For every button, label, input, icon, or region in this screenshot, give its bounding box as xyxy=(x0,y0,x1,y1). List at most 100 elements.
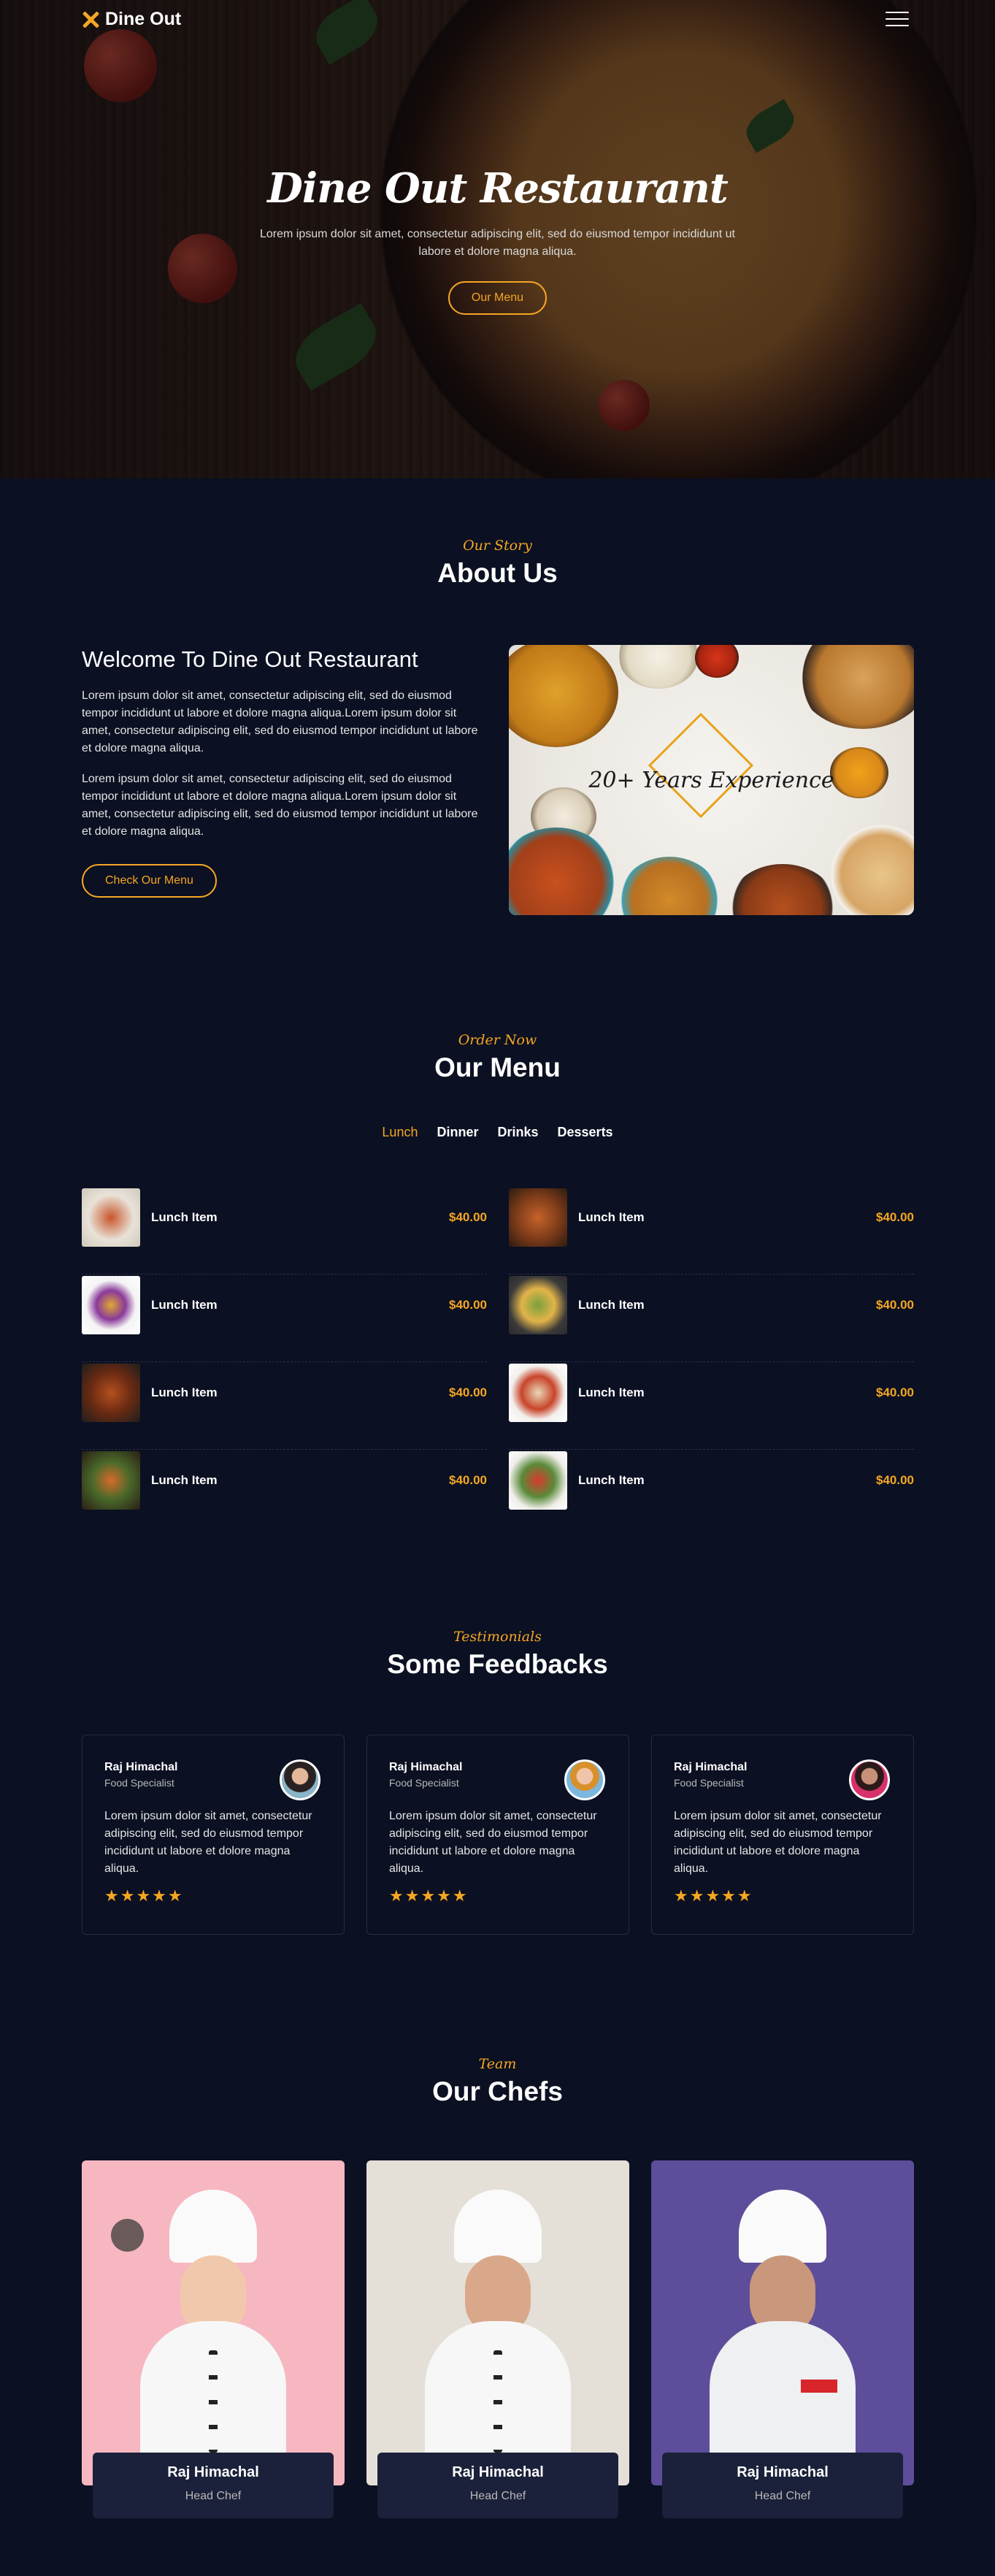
menu-item-image xyxy=(82,1188,140,1247)
experience-badge-text: 20+ Years Experience xyxy=(588,768,834,793)
check-our-menu-button[interactable]: Check Our Menu xyxy=(82,864,217,898)
chef-role: Head Chef xyxy=(754,2490,811,2502)
menu-item-image xyxy=(82,1276,140,1334)
avatar xyxy=(280,1759,320,1800)
menu-item-price: $40.00 xyxy=(449,1210,487,1224)
chef-info: Raj Himachal Head Chef xyxy=(662,2453,903,2518)
chef-info: Raj Himachal Head Chef xyxy=(377,2453,618,2518)
menu-item-image xyxy=(82,1451,140,1510)
about-food-spread-image: 20+ Years Experience xyxy=(509,645,914,915)
menu-item-name: Lunch Item xyxy=(151,1210,218,1224)
chef-pocket-image xyxy=(801,2380,837,2393)
star-rating-icon: ★★★★★ xyxy=(674,1887,753,1905)
menu-item-name: Lunch Item xyxy=(578,1298,645,1312)
brand-logo[interactable]: Dine Out xyxy=(82,9,181,30)
testimonial-list: Raj Himachal Food Specialist Lorem ipsum… xyxy=(82,1735,914,1935)
hamburger-menu-icon[interactable] xyxy=(885,12,909,28)
tab-lunch[interactable]: Lunch xyxy=(382,1125,418,1140)
chef-info: Raj Himachal Head Chef xyxy=(93,2453,334,2518)
testimonials-title: Some Feedbacks xyxy=(387,1649,608,1679)
chef-card: Raj Himachal Head Chef xyxy=(82,2160,345,2518)
menu-item-price: $40.00 xyxy=(449,1473,487,1487)
menu-item[interactable]: Lunch Item $40.00 xyxy=(82,1274,487,1362)
menu-item[interactable]: Lunch Item $40.00 xyxy=(82,1362,487,1450)
menu-item[interactable]: Lunch Item $40.00 xyxy=(509,1274,914,1362)
tab-desserts[interactable]: Desserts xyxy=(558,1125,613,1140)
chef-role: Head Chef xyxy=(185,2490,242,2502)
menu-item-price: $40.00 xyxy=(876,1298,914,1312)
chefs-kicker: Team xyxy=(478,2056,517,2072)
star-rating-icon: ★★★★★ xyxy=(104,1887,184,1905)
testimonials-header: Testimonials Some Feedbacks xyxy=(0,1629,995,1680)
testimonial-card: Raj Himachal Food Specialist Lorem ipsum… xyxy=(366,1735,629,1935)
our-menu-button[interactable]: Our Menu xyxy=(447,281,548,315)
about-title: About Us xyxy=(437,558,558,588)
crossed-utensils-icon xyxy=(82,11,99,28)
menu-item[interactable]: Lunch Item $40.00 xyxy=(82,1450,487,1537)
menu-item-name: Lunch Item xyxy=(151,1298,218,1312)
menu-item-price: $40.00 xyxy=(876,1473,914,1487)
menu-item-price: $40.00 xyxy=(449,1298,487,1312)
chef-photo xyxy=(366,2160,629,2485)
menu-item[interactable]: Lunch Item $40.00 xyxy=(509,1450,914,1537)
menu-item-name: Lunch Item xyxy=(578,1473,645,1487)
menu-item-name: Lunch Item xyxy=(151,1473,218,1487)
testimonial-text: Lorem ipsum dolor sit amet, consectetur … xyxy=(389,1810,597,1875)
menu-item-price: $40.00 xyxy=(876,1386,914,1399)
menu-tabs: Lunch Dinner Drinks Desserts xyxy=(0,1125,995,1140)
about-kicker: Our Story xyxy=(463,538,532,554)
chef-name: Raj Himachal xyxy=(167,2464,259,2480)
avatar xyxy=(849,1759,890,1800)
about-header: Our Story About Us xyxy=(0,538,995,589)
menu-item-image xyxy=(509,1188,567,1247)
testimonial-text: Lorem ipsum dolor sit amet, consectetur … xyxy=(104,1810,312,1875)
chef-photo xyxy=(651,2160,914,2485)
menu-item[interactable]: Lunch Item $40.00 xyxy=(509,1362,914,1450)
menu-item[interactable]: Lunch Item $40.00 xyxy=(509,1187,914,1274)
menu-item[interactable]: Lunch Item $40.00 xyxy=(82,1187,487,1274)
menu-item-price: $40.00 xyxy=(449,1386,487,1399)
brand-name: Dine Out xyxy=(105,9,182,29)
tab-drinks[interactable]: Drinks xyxy=(497,1125,538,1140)
testimonial-card: Raj Himachal Food Specialist Lorem ipsum… xyxy=(651,1735,914,1935)
chefs-title: Our Chefs xyxy=(432,2076,563,2106)
menu-item-name: Lunch Item xyxy=(578,1386,645,1399)
experience-badge-frame xyxy=(648,712,754,819)
chef-name: Raj Himachal xyxy=(737,2464,829,2480)
navbar: Dine Out xyxy=(0,0,995,41)
hero-content: Dine Out Restaurant Lorem ipsum dolor si… xyxy=(0,164,995,315)
menu-item-price: $40.00 xyxy=(876,1210,914,1224)
ladle-image xyxy=(111,2219,144,2252)
hero-description: Lorem ipsum dolor sit amet, consectetur … xyxy=(260,228,735,258)
chef-card: Raj Himachal Head Chef xyxy=(651,2160,914,2518)
about-text: Welcome To Dine Out Restaurant Lorem ips… xyxy=(82,646,487,898)
chef-photo xyxy=(82,2160,345,2485)
testimonial-text: Lorem ipsum dolor sit amet, consectetur … xyxy=(674,1810,882,1875)
chefs-header: Team Our Chefs xyxy=(0,2056,995,2107)
hero-title: Dine Out Restaurant xyxy=(267,164,728,213)
menu-item-image xyxy=(509,1451,567,1510)
tab-dinner[interactable]: Dinner xyxy=(437,1125,478,1140)
chef-name: Raj Himachal xyxy=(452,2464,544,2480)
menu-kicker: Order Now xyxy=(458,1032,537,1048)
chef-card: Raj Himachal Head Chef xyxy=(366,2160,629,2518)
menu-item-name: Lunch Item xyxy=(578,1210,645,1224)
about-paragraph: Lorem ipsum dolor sit amet, consectetur … xyxy=(82,689,478,754)
menu-item-image xyxy=(509,1276,567,1334)
chef-list: Raj Himachal Head Chef Raj Himachal Head… xyxy=(82,2160,914,2518)
hero-section: Dine Out Dine Out Restaurant Lorem ipsum… xyxy=(0,0,995,478)
menu-item-image xyxy=(509,1364,567,1422)
menu-item-name: Lunch Item xyxy=(151,1386,218,1399)
menu-header: Order Now Our Menu xyxy=(0,1032,995,1083)
chef-role: Head Chef xyxy=(469,2490,526,2502)
about-heading: Welcome To Dine Out Restaurant xyxy=(82,646,418,672)
avatar xyxy=(564,1759,605,1800)
testimonials-kicker: Testimonials xyxy=(453,1629,542,1645)
page: Dine Out Dine Out Restaurant Lorem ipsum… xyxy=(0,0,995,2576)
menu-title: Our Menu xyxy=(434,1052,561,1082)
star-rating-icon: ★★★★★ xyxy=(389,1887,469,1905)
testimonial-card: Raj Himachal Food Specialist Lorem ipsum… xyxy=(82,1735,345,1935)
menu-list: Lunch Item $40.00 Lunch Item $40.00 Lunc… xyxy=(82,1187,914,1537)
about-paragraph: Lorem ipsum dolor sit amet, consectetur … xyxy=(82,773,478,838)
menu-item-image xyxy=(82,1364,140,1422)
